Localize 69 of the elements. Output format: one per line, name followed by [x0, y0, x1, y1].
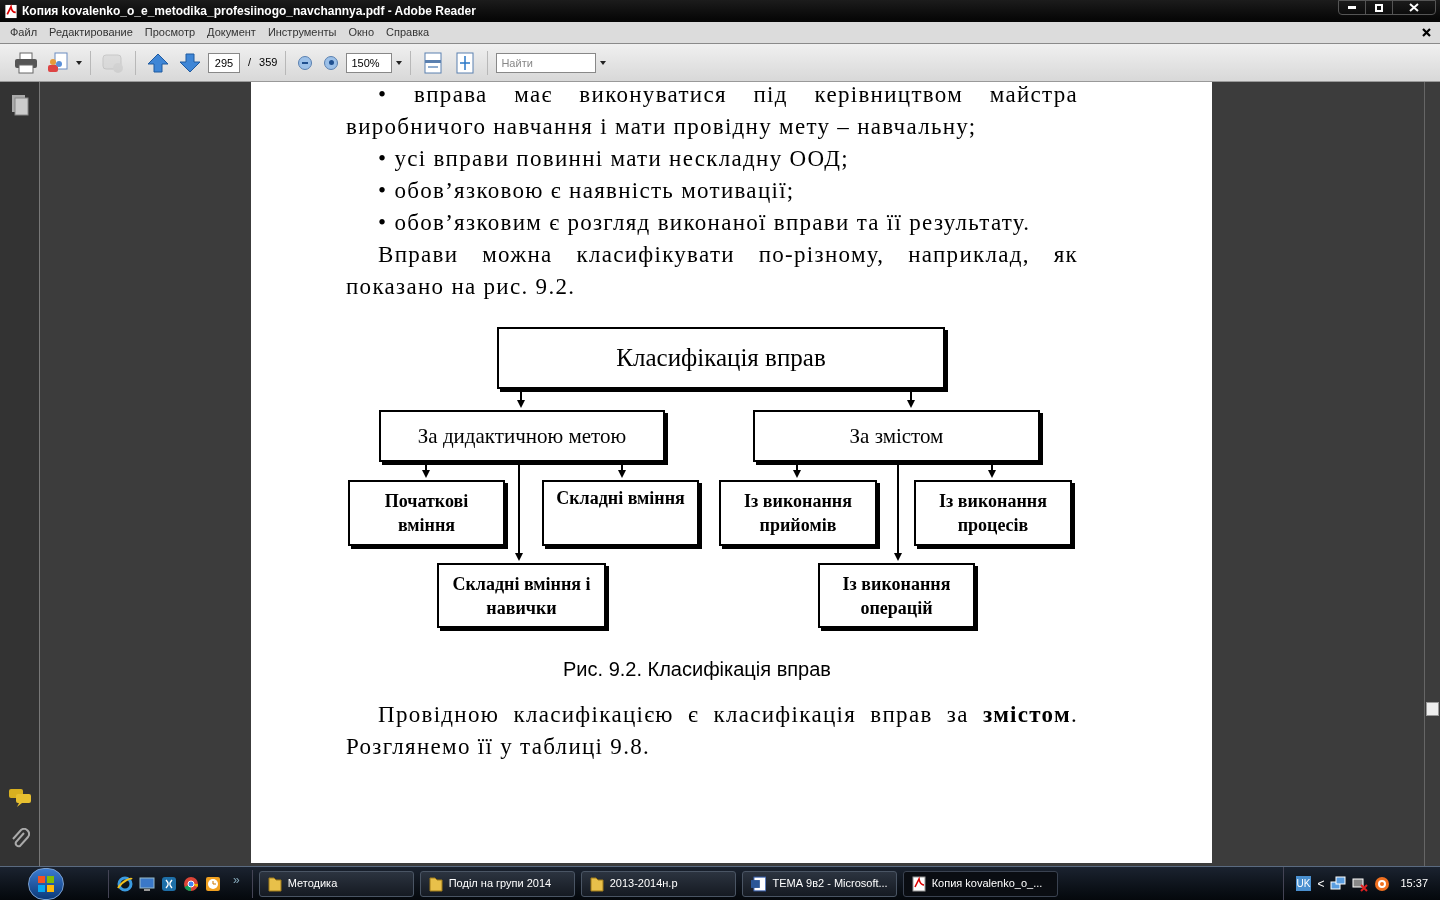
- paragraph: • усі вправи повинні мати нескладну ООД;: [377, 145, 850, 173]
- close-icon: [1409, 3, 1419, 12]
- folder-icon: [267, 875, 282, 892]
- chrome-icon[interactable]: [183, 875, 199, 892]
- comments-icon[interactable]: [7, 788, 32, 808]
- paragraph: Провідною класифікацією є класифікація вправ за змістом. Розглянемо її у таблиці 9.8.: [346, 701, 1078, 761]
- show-hidden-icons-button[interactable]: <: [1317, 874, 1325, 893]
- diagram-node: За дидактичною метою: [379, 410, 665, 462]
- document-icon: [750, 875, 767, 892]
- taskbar-button[interactable]: ТЕМА 9в2 - Microsoft...: [741, 870, 897, 897]
- diagram-node: Складні вміння і навички: [437, 563, 606, 628]
- page-count: 359: [259, 55, 278, 71]
- connector-arrow: [617, 464, 627, 478]
- close-document-button[interactable]: [1420, 26, 1432, 39]
- windows-logo-icon: [37, 874, 55, 893]
- start-button[interactable]: [28, 867, 64, 900]
- search-field[interactable]: Найти: [496, 52, 597, 73]
- paragraph: • обов’язковим є розгляд виконаної вправи та її результату.: [377, 209, 1032, 237]
- diagram-node: Класифікація вправ: [497, 327, 945, 389]
- connector-arrow: [792, 464, 802, 478]
- clock-icon[interactable]: [205, 875, 221, 892]
- figure-caption: Рис. 9.2. Класифікація вправ: [562, 657, 832, 682]
- more-button[interactable]: »: [233, 871, 240, 889]
- caret-icon[interactable]: [600, 60, 607, 65]
- window-title: Копия kovalenko_o_e_metodika_profesiinogo_navchannya.pdf - Adobe Reader: [22, 3, 476, 20]
- clock: 15:37: [1400, 876, 1428, 892]
- diagram-node: Початкові вміння: [348, 480, 505, 546]
- menu-item[interactable]: Инструменты: [261, 24, 343, 41]
- menu-item[interactable]: Справка: [380, 24, 436, 41]
- connector-arrow: [421, 464, 431, 478]
- connector-arrow: [987, 464, 997, 478]
- monitor-icon[interactable]: [139, 875, 155, 892]
- folder-icon: [428, 875, 443, 892]
- menu-item[interactable]: Редактирование: [43, 24, 139, 41]
- paragraph: • обов’язковою є наявність мотивації;: [377, 177, 796, 205]
- caret-icon[interactable]: [76, 60, 82, 65]
- menu-item[interactable]: Окно: [342, 24, 381, 41]
- taskbar-button[interactable]: Методика: [258, 870, 414, 897]
- pdf-icon: [4, 3, 18, 19]
- diagram-node: Складні вміння: [542, 480, 699, 546]
- update-icon[interactable]: [1374, 875, 1391, 892]
- zoom-in-button[interactable]: [324, 55, 339, 70]
- taskbar-button[interactable]: Копия kovalenko_o_...: [902, 870, 1058, 897]
- network-error-icon[interactable]: [1352, 875, 1369, 892]
- diagram-node: За змістом: [753, 410, 1040, 462]
- paragraph: • вправа має виконуватися під керівництвом майстра виробничого навчання і мати провідну мету – навчальну;: [346, 82, 1078, 141]
- diagram-node: Із виконання прийомів: [719, 480, 877, 546]
- pages-icon[interactable]: [10, 94, 29, 116]
- menu-item[interactable]: Файл: [4, 24, 44, 41]
- page-number-field[interactable]: 295: [208, 52, 240, 73]
- connector-arrow: [516, 391, 526, 408]
- zoom-out-button[interactable]: [298, 55, 313, 70]
- menu-item[interactable]: Просмотр: [138, 24, 202, 41]
- taskbar-button[interactable]: Поділ на групи 2014: [419, 870, 575, 897]
- caret-icon[interactable]: [396, 60, 403, 65]
- diagram-node: Із виконання операцій: [818, 563, 975, 628]
- pdf-icon: [911, 875, 926, 892]
- network-icon[interactable]: [1330, 875, 1347, 892]
- page-separator: /: [247, 55, 253, 71]
- paperclip-icon[interactable]: [9, 828, 30, 850]
- taskbar-button[interactable]: 2013-2014н.р: [580, 870, 736, 897]
- folder-icon: [589, 875, 604, 892]
- app-icon[interactable]: [161, 875, 177, 892]
- zoom-field[interactable]: 150%: [346, 52, 393, 73]
- diagram-node: Із виконання процесів: [914, 480, 1072, 546]
- menu-item[interactable]: Документ: [201, 24, 262, 41]
- browser-icon[interactable]: [117, 875, 133, 892]
- connector-arrow: [906, 391, 916, 408]
- paragraph: Вправи можна класифікувати по-різному, наприклад, як показано на рис. 9.2.: [346, 241, 1078, 301]
